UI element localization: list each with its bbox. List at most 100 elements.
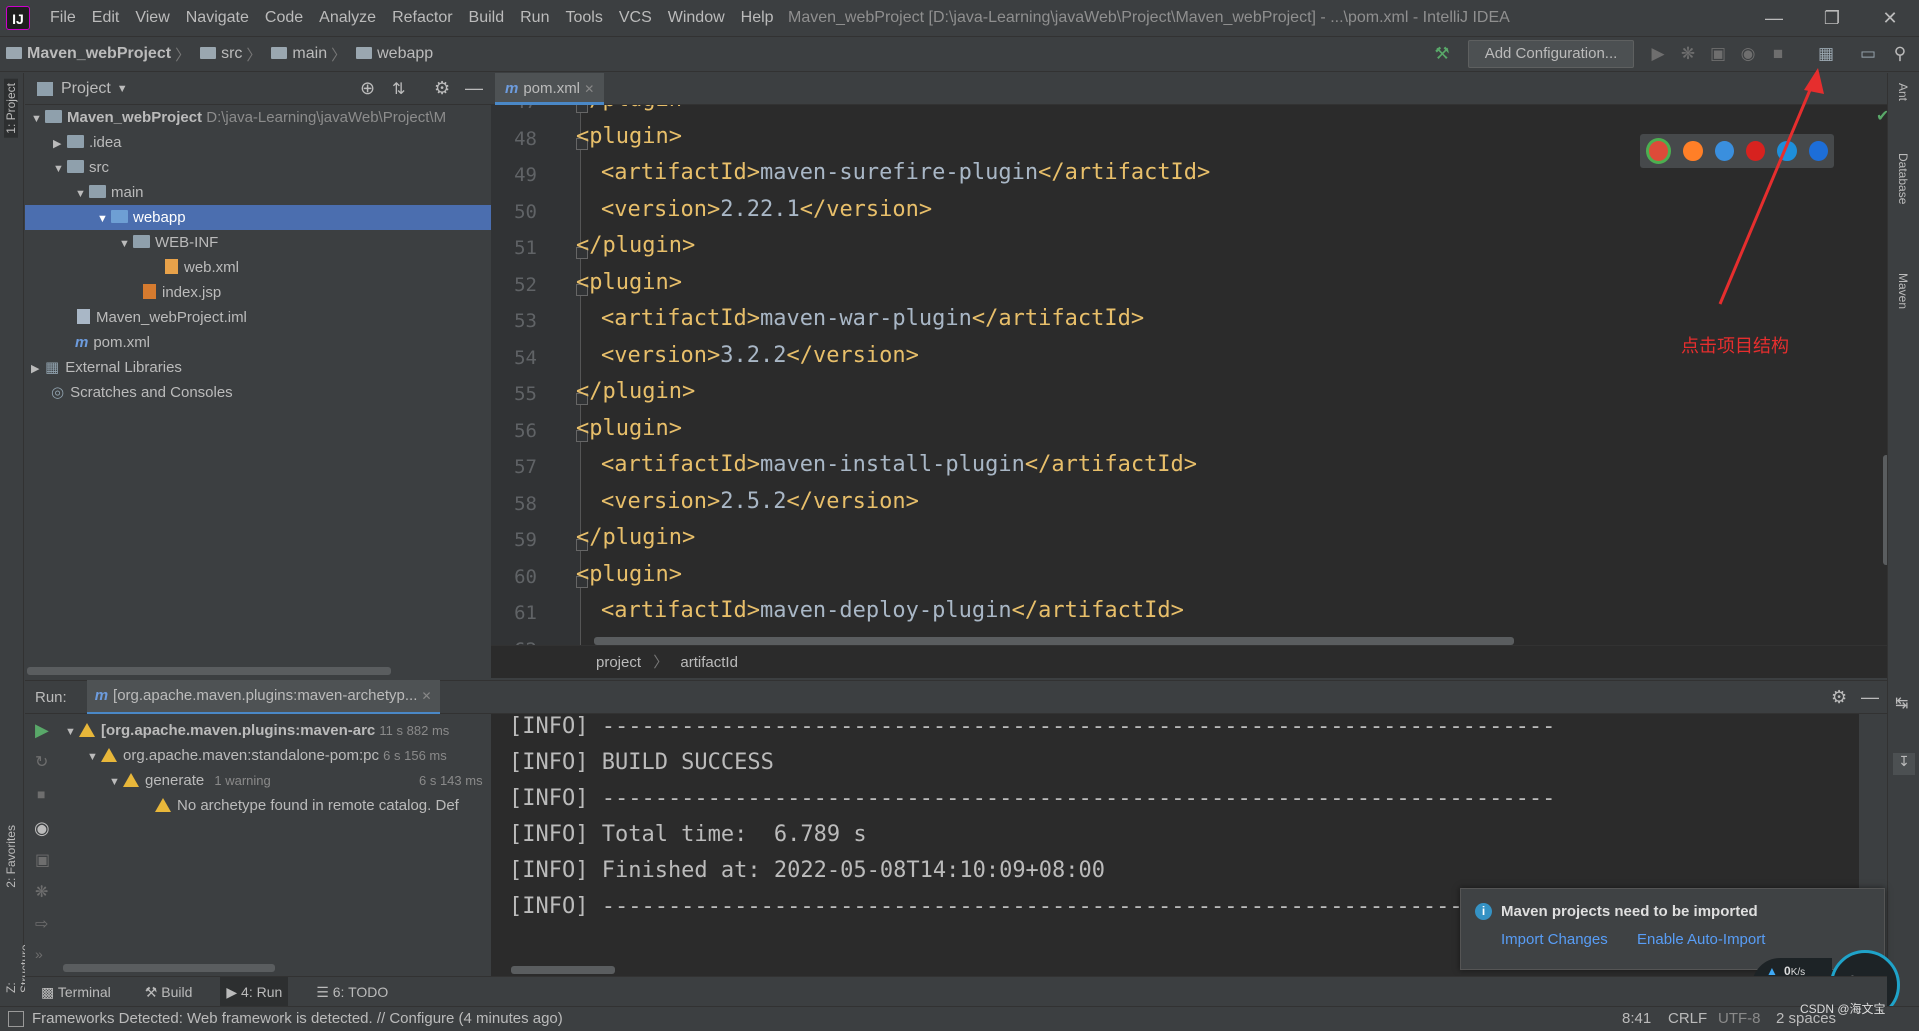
terminal-tab[interactable]: ▩ Terminal [35, 977, 117, 1007]
build-hammer-icon[interactable]: ⚒ [1430, 42, 1454, 66]
run-tree-item-standalone[interactable]: ▼ org.apache.maven:standalone-pom:pc 6 s … [87, 743, 447, 768]
enable-auto-import-link[interactable]: Enable Auto-Import [1637, 931, 1765, 948]
stop-icon[interactable]: ■ [37, 786, 45, 802]
breadcrumb-webapp[interactable]: webapp [356, 45, 433, 63]
scroll-to-end-icon[interactable]: ↧ [1893, 753, 1915, 775]
hide-panel-icon[interactable]: — [1861, 687, 1879, 708]
menu-help[interactable]: Help [733, 0, 782, 36]
menu-run[interactable]: Run [512, 0, 557, 36]
chrome-icon[interactable] [1646, 138, 1672, 164]
menu-vcs[interactable]: VCS [611, 0, 660, 36]
tree-item-src[interactable]: ▼ src [25, 155, 519, 180]
breadcrumb-main[interactable]: main [271, 45, 327, 63]
run-icon[interactable]: ▶ [1646, 42, 1670, 66]
tree-item-external-libraries[interactable]: ▶ ▦ External Libraries [25, 355, 497, 380]
debug-icon[interactable]: ❋ [1676, 42, 1700, 66]
run-tree-item-root[interactable]: ▼ [org.apache.maven.plugins:maven-arc 11 … [65, 718, 449, 743]
breadcrumb-project[interactable]: Maven_webProject [6, 45, 171, 63]
expand-arrow-icon[interactable]: ▼ [119, 232, 133, 257]
line-number: 60 [514, 565, 537, 588]
expand-arrow-icon[interactable]: ▼ [31, 107, 45, 132]
soft-wrap-icon[interactable]: ↹ [1895, 693, 1908, 713]
menu-analyze[interactable]: Analyze [311, 0, 384, 36]
close-tab-icon[interactable]: ✕ [422, 689, 432, 703]
build-tab[interactable]: ⚒ Build [139, 977, 199, 1007]
ant-tool-tab[interactable]: Ant [1896, 83, 1910, 101]
import-changes-link[interactable]: Import Changes [1501, 931, 1608, 948]
hide-panel-icon[interactable]: — [465, 78, 483, 99]
restore-button[interactable]: ❐ [1805, 0, 1859, 36]
caret-position[interactable]: 8:41 [1622, 1007, 1651, 1031]
status-message[interactable]: Frameworks Detected: Web framework is de… [32, 1007, 563, 1031]
expand-arrow-icon[interactable]: ▼ [109, 770, 123, 795]
minimize-button[interactable]: — [1747, 0, 1801, 36]
collapse-all-icon[interactable]: ⇅ [392, 79, 405, 99]
coverage-icon[interactable]: ▣ [1706, 42, 1730, 66]
menu-build[interactable]: Build [461, 0, 513, 36]
tree-item-webapp[interactable]: ▼ webapp [25, 205, 563, 230]
pin-icon[interactable]: ❋ [35, 882, 48, 902]
todo-tab[interactable]: ☰ 6: TODO [310, 977, 394, 1007]
menu-refactor[interactable]: Refactor [384, 0, 460, 36]
collapse-arrow-icon[interactable]: ▶ [53, 132, 67, 157]
presentation-icon[interactable]: ▭ [1856, 42, 1880, 66]
database-tool-tab[interactable]: Database [1896, 153, 1910, 204]
maven-tool-tab[interactable]: Maven [1896, 273, 1910, 309]
breadcrumb-project-tag[interactable]: project [596, 654, 641, 671]
chevron-down-icon[interactable]: ▼ [117, 83, 128, 95]
menu-window[interactable]: Window [660, 0, 733, 36]
tree-item-idea[interactable]: ▶ .idea [25, 130, 519, 155]
file-encoding[interactable]: UTF-8 [1718, 1007, 1761, 1031]
tree-item-scratches[interactable]: ◎ Scratches and Consoles [25, 380, 517, 405]
expand-arrow-icon[interactable]: ▼ [97, 207, 111, 232]
project-structure-icon[interactable]: ▦ [1814, 42, 1838, 66]
console-scrollbar[interactable] [511, 966, 615, 974]
project-panel-scrollbar[interactable] [27, 667, 391, 675]
expand-arrow-icon[interactable]: ▼ [75, 182, 89, 207]
stop-icon[interactable]: ■ [1766, 42, 1790, 66]
menu-view[interactable]: View [127, 0, 177, 36]
close-button[interactable]: ✕ [1863, 0, 1917, 36]
eye-icon[interactable]: ◉ [34, 818, 50, 839]
tree-item-pom-xml[interactable]: m pom.xml [25, 330, 541, 355]
collapse-arrow-icon[interactable]: ▶ [31, 357, 45, 382]
menu-file[interactable]: File [42, 0, 84, 36]
expand-arrow-icon[interactable]: ▼ [53, 157, 67, 182]
gear-icon[interactable]: ⚙ [1831, 687, 1847, 708]
menu-code[interactable]: Code [257, 0, 311, 36]
run-tree-item-generate[interactable]: ▼ generate 1 warning 6 s 143 ms [109, 768, 483, 795]
menu-edit[interactable]: Edit [84, 0, 128, 36]
search-icon[interactable]: ⚲ [1888, 42, 1912, 66]
rerun-failed-icon[interactable]: ↻ [35, 752, 48, 772]
locate-file-icon[interactable]: ⊕ [360, 78, 375, 99]
breadcrumb-src[interactable]: src [200, 45, 242, 63]
run-tool-tab[interactable]: ▶ 4: Run [220, 976, 289, 1007]
tree-item-main[interactable]: ▼ main [25, 180, 541, 205]
menu-tools[interactable]: Tools [557, 0, 610, 36]
run-tree-scrollbar[interactable] [63, 964, 275, 972]
project-view-selector[interactable]: Project [61, 80, 111, 98]
tree-item-iml[interactable]: Maven_webProject.iml [25, 305, 543, 330]
camera-icon[interactable]: ▣ [35, 850, 50, 870]
expand-arrow-icon[interactable]: ▼ [87, 745, 101, 770]
expand-arrow-icon[interactable]: ▼ [65, 720, 79, 745]
add-configuration-button[interactable]: Add Configuration... [1468, 40, 1634, 68]
run-tab[interactable]: m [org.apache.maven.plugins:maven-archety… [86, 679, 440, 715]
profile-icon[interactable]: ◉ [1736, 42, 1760, 66]
tree-item-project-root[interactable]: ▼ Maven_webProject D:\java-Learning\javaW… [25, 105, 497, 130]
close-tab-icon[interactable]: ✕ [584, 82, 594, 96]
event-log-icon[interactable] [8, 1011, 24, 1027]
tab-pom-xml[interactable]: m pom.xml ✕ [495, 73, 605, 105]
project-tool-tab[interactable]: 1: Project [4, 79, 18, 138]
rerun-icon[interactable]: ▶ [35, 720, 49, 741]
line-separator[interactable]: CRLF [1668, 1007, 1707, 1031]
favorites-tool-tab[interactable]: 2: Favorites [4, 825, 18, 888]
menu-navigate[interactable]: Navigate [178, 0, 257, 36]
exit-icon[interactable]: ⇨ [35, 914, 48, 934]
run-tree-item-warning[interactable]: No archetype found in remote catalog. De… [155, 793, 459, 818]
code-editor[interactable]: 47484950515253545556575859606162 </plugi… [491, 105, 1887, 645]
gear-icon[interactable]: ⚙ [434, 78, 450, 99]
breadcrumb-artifactid-tag[interactable]: artifactId [680, 654, 738, 671]
editor-horizontal-scrollbar[interactable] [594, 637, 1514, 645]
more-icon[interactable]: » [35, 946, 43, 962]
